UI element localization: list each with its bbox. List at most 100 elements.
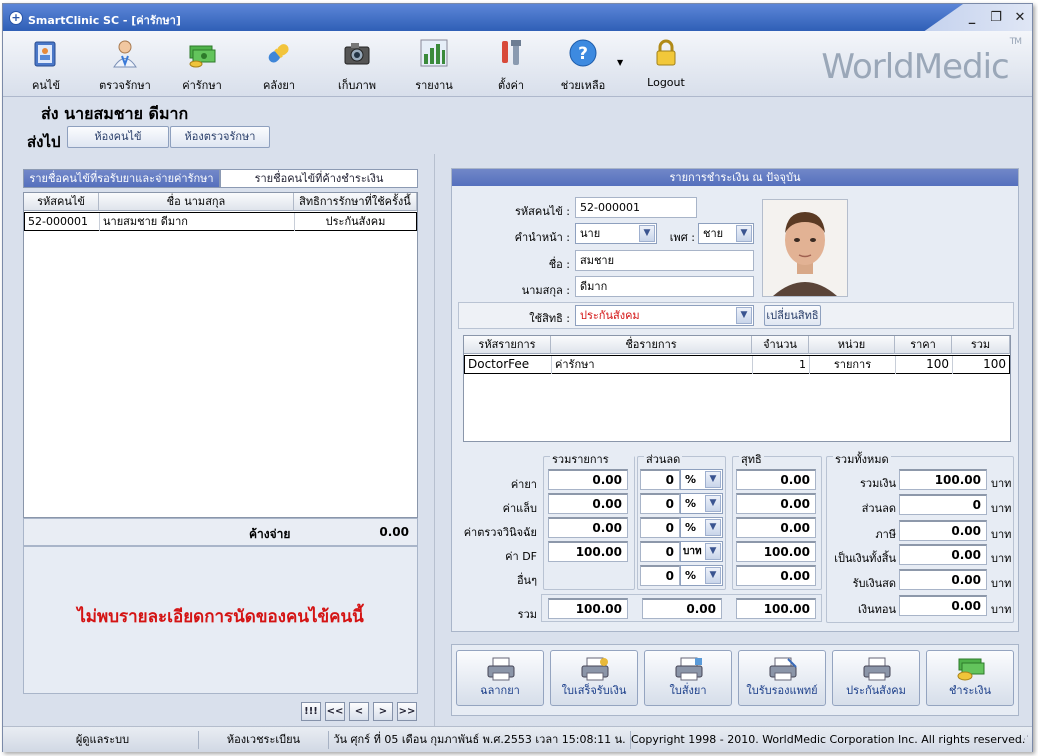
send-exam-room-button[interactable]: ห้องตรวจรักษา <box>170 126 270 148</box>
col-header[interactable]: สิทธิการรักษาที่ใช้ครั้งนี้ <box>294 193 417 211</box>
hn-field[interactable]: 52-000001 <box>575 197 697 218</box>
prefix-select[interactable]: นาย ▼ <box>575 223 657 244</box>
net-df-value[interactable]: 100.00 <box>736 541 816 562</box>
sex-select[interactable]: ชาย ▼ <box>698 223 754 244</box>
net-other-value[interactable]: 0.00 <box>736 565 816 586</box>
grand-total-value[interactable]: 0.00 <box>899 544 987 565</box>
help-icon: ? <box>568 38 598 68</box>
toolbar-fee[interactable]: ค่ารักษา <box>172 36 232 94</box>
col-header[interactable]: รหัสรายการ <box>464 336 551 354</box>
restore-button[interactable]: ❐ <box>987 10 1005 26</box>
status-bar: ผู้ดูแลระบบ ห้องเวชระเบียน วัน ศุกร์ ที่… <box>3 726 1032 752</box>
chevron-down-icon[interactable]: ▼ <box>736 225 752 242</box>
disc-df-value[interactable]: 0 <box>640 541 680 562</box>
sum-disc-value[interactable]: 0.00 <box>642 598 722 619</box>
chevron-down-icon[interactable]: ▼ <box>705 495 721 512</box>
col-header[interactable]: หน่วย <box>809 336 895 354</box>
pay-button[interactable]: ชำระเงิน <box>926 650 1014 706</box>
disc-df-unit[interactable]: บาท ▼ <box>680 541 723 562</box>
disc-other-unit[interactable]: % ▼ <box>680 565 723 586</box>
printer-icon <box>862 657 892 681</box>
drug-label-button[interactable]: ฉลากยา <box>456 650 544 706</box>
title-bar[interactable]: + SmartClinic SC - [ค่ารักษา] _ ❐ ✕ <box>3 4 1032 31</box>
name-label: ชื่อ : <box>548 258 570 271</box>
cash-received-label: รับเงินสด <box>852 577 896 590</box>
net-drug-value[interactable]: 0.00 <box>736 469 816 490</box>
net-lab-value[interactable]: 0.00 <box>736 493 816 514</box>
tab-waiting-patients[interactable]: รายชื่อคนไข้ที่รอรับยาและจ่ายค่ารักษา <box>23 169 220 188</box>
sum-net-value[interactable]: 100.00 <box>736 598 816 619</box>
toolbar-logout[interactable]: Logout <box>636 36 696 94</box>
sum-treat-value[interactable]: 100.00 <box>548 598 628 619</box>
disc-other-value[interactable]: 0 <box>640 565 680 586</box>
col-header[interactable]: รวม <box>952 336 1010 354</box>
receipt-button[interactable]: ใบเสร็จรับเงิน <box>550 650 638 706</box>
chevron-down-icon[interactable]: ▼ <box>736 307 752 324</box>
col-header[interactable]: จำนวน <box>752 336 809 354</box>
nav-refresh-button[interactable]: !!! <box>301 702 321 721</box>
disc-drug-value[interactable]: 0 <box>640 469 680 490</box>
first-name-field[interactable]: สมชาย <box>575 250 754 271</box>
disc-drug-unit[interactable]: % ▼ <box>680 469 723 490</box>
cash-received-value[interactable]: 0.00 <box>899 569 987 590</box>
col-header[interactable]: ชื่อ นามสกุล <box>99 193 294 211</box>
nav-next-button[interactable]: > <box>373 702 393 721</box>
pill-icon <box>264 38 294 68</box>
appointment-panel: ไม่พบรายละเอียดการนัดของคนไข้คนนี้ <box>23 546 418 694</box>
treat-lab-value[interactable]: 0.00 <box>548 493 628 514</box>
total-amount-value[interactable]: 100.00 <box>899 469 987 490</box>
treat-diag-value[interactable]: 0.00 <box>548 517 628 538</box>
resize-grip-icon[interactable]: ⋰ <box>1020 735 1029 745</box>
social-security-button[interactable]: ประกันสังคม <box>832 650 920 706</box>
toolbar-patient[interactable]: คนไข้ <box>16 36 76 94</box>
toolbar-help[interactable]: ? ช่วยเหลือ ▼ <box>553 36 623 94</box>
col-header[interactable]: รหัสคนไข้ <box>24 193 99 211</box>
surname-field[interactable]: ดีมาก <box>575 276 754 297</box>
splitter[interactable] <box>434 154 435 726</box>
toolbar-camera[interactable]: เก็บภาพ <box>327 36 387 94</box>
outstanding-label: ค้างจ่าย <box>249 527 291 541</box>
table-row[interactable]: DoctorFee ค่ารักษา 1 รายการ 100 100 <box>464 355 1010 374</box>
chevron-down-icon[interactable]: ▼ <box>639 225 655 242</box>
grand-total-group-title: รวมทั้งหมด <box>833 450 891 468</box>
nav-prev-button[interactable]: < <box>349 702 369 721</box>
payment-panel: รายการชำระเงิน ณ ปัจจุบัน รหัสคนไข้ : 52… <box>451 168 1019 632</box>
chevron-down-icon[interactable]: ▼ <box>705 567 721 584</box>
disc-lab-unit[interactable]: % ▼ <box>680 493 723 514</box>
col-header[interactable]: ราคา <box>895 336 952 354</box>
total-discount-value[interactable]: 0 <box>899 494 987 515</box>
disc-diag-unit[interactable]: % ▼ <box>680 517 723 538</box>
toolbar-pharmacy[interactable]: คลังยา <box>249 36 309 94</box>
net-diag-value[interactable]: 0.00 <box>736 517 816 538</box>
change-value[interactable]: 0.00 <box>899 595 987 616</box>
chevron-down-icon[interactable]: ▼ <box>705 543 721 560</box>
toolbar-report[interactable]: รายงาน <box>404 36 464 94</box>
toolbar-exam[interactable]: ตรวจรักษา <box>95 36 155 94</box>
nav-last-button[interactable]: >> <box>397 702 417 721</box>
change-right-button[interactable]: เปลี่ยนสิทธิ <box>764 305 821 326</box>
disc-lab-value[interactable]: 0 <box>640 493 680 514</box>
minimize-button[interactable]: _ <box>963 10 981 26</box>
chevron-down-icon[interactable]: ▼ <box>705 471 721 488</box>
money-icon <box>187 38 217 68</box>
col-header[interactable]: ชื่อรายการ <box>551 336 752 354</box>
table-row[interactable]: 52-000001 นายสมชาย ดีมาก ประกันสังคม <box>24 212 417 231</box>
dropdown-arrow-icon[interactable]: ▼ <box>617 58 623 67</box>
toolbar-settings[interactable]: ตั้งค่า <box>481 36 541 94</box>
send-patient-room-button[interactable]: ห้องคนไข้ <box>67 126 169 148</box>
app-icon: + <box>9 11 23 25</box>
status-room: ห้องเวชระเบียน <box>199 731 329 749</box>
medical-certificate-button[interactable]: ใบรับรองแพทย์ <box>738 650 826 706</box>
toolbar-label: ตั้งค่า <box>497 79 525 92</box>
close-button[interactable]: ✕ <box>1011 10 1029 26</box>
insurance-select[interactable]: ประกันสังคม ▼ <box>575 305 754 326</box>
treat-df-value[interactable]: 100.00 <box>548 541 628 562</box>
prescription-button[interactable]: ใบสั่งยา <box>644 650 732 706</box>
disc-diag-value[interactable]: 0 <box>640 517 680 538</box>
nav-first-button[interactable]: << <box>325 702 345 721</box>
chevron-down-icon[interactable]: ▼ <box>705 519 721 536</box>
tax-value[interactable]: 0.00 <box>899 520 987 541</box>
treat-drug-value[interactable]: 0.00 <box>548 469 628 490</box>
net-group-title: สุทธิ <box>739 450 764 468</box>
tab-outstanding-patients[interactable]: รายชื่อคนไข้ที่ค้างชำระเงิน <box>220 169 418 188</box>
